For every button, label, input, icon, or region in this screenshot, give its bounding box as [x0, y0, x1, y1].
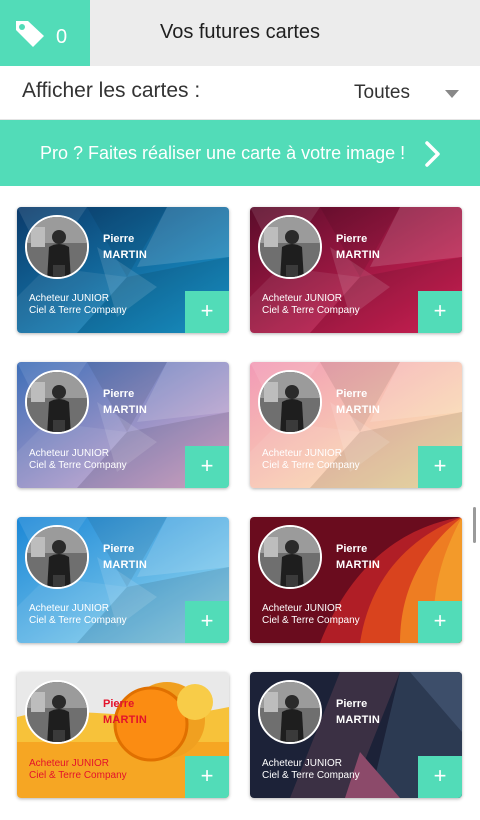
avatar	[258, 215, 322, 279]
avatar	[258, 680, 322, 744]
add-card-button[interactable]: +	[185, 291, 229, 333]
avatar	[25, 370, 89, 434]
avatar	[25, 680, 89, 744]
tag-count: 0	[56, 26, 68, 48]
card-last-name: MARTIN	[336, 714, 380, 726]
business-card[interactable]: Pierre MARTIN Acheteur JUNIOR Ciel & Ter…	[250, 672, 462, 798]
add-card-button[interactable]: +	[418, 446, 462, 488]
add-card-button[interactable]: +	[418, 756, 462, 798]
scrollbar[interactable]	[473, 507, 476, 543]
card-last-name: MARTIN	[336, 559, 380, 571]
add-card-button[interactable]: +	[418, 291, 462, 333]
tag-icon	[16, 21, 44, 47]
dropdown-arrow-icon[interactable]	[445, 90, 459, 98]
card-first-name: Pierre	[336, 543, 368, 555]
card-first-name: Pierre	[103, 543, 135, 555]
business-card[interactable]: Pierre MARTIN Acheteur JUNIOR Ciel & Ter…	[17, 362, 229, 488]
card-first-name: Pierre	[336, 233, 368, 245]
avatar	[25, 525, 89, 589]
business-card[interactable]: Pierre MARTIN Acheteur JUNIOR Ciel & Ter…	[250, 207, 462, 333]
filter-select-value[interactable]: Toutes	[354, 82, 410, 104]
business-card[interactable]: Pierre MARTIN Acheteur JUNIOR Ciel & Ter…	[17, 672, 229, 798]
business-card[interactable]: Pierre MARTIN Acheteur JUNIOR Ciel & Ter…	[17, 207, 229, 333]
card-company: Ciel & Terre Company	[29, 615, 127, 626]
card-company: Ciel & Terre Company	[262, 615, 360, 626]
card-last-name: MARTIN	[336, 404, 380, 416]
card-job-title: Acheteur JUNIOR	[29, 603, 110, 614]
page-title: Vos futures cartes	[159, 21, 321, 43]
card-last-name: MARTIN	[103, 559, 147, 571]
card-job-title: Acheteur JUNIOR	[262, 603, 343, 614]
card-filter[interactable]: Afficher les cartes : Toutes	[0, 66, 480, 120]
card-first-name: Pierre	[103, 698, 135, 710]
add-card-button[interactable]: +	[185, 601, 229, 643]
card-last-name: MARTIN	[103, 404, 147, 416]
add-card-button[interactable]: +	[418, 601, 462, 643]
business-card[interactable]: Pierre MARTIN Acheteur JUNIOR Ciel & Ter…	[17, 517, 229, 643]
card-company: Ciel & Terre Company	[262, 305, 360, 316]
avatar	[258, 525, 322, 589]
chevron-right-icon	[425, 141, 440, 167]
card-job-title: Acheteur JUNIOR	[29, 758, 110, 769]
pro-custom-card-banner[interactable]: Pro ? Faites réaliser une carte à votre …	[0, 120, 480, 186]
filter-label: Afficher les cartes :	[22, 79, 201, 102]
business-card[interactable]: Pierre MARTIN Acheteur JUNIOR Ciel & Ter…	[250, 362, 462, 488]
card-last-name: MARTIN	[103, 714, 147, 726]
card-company: Ciel & Terre Company	[29, 305, 127, 316]
top-bar: 0 Vos futures cartes	[0, 0, 480, 66]
pro-banner-text: Pro ? Faites réaliser une carte à votre …	[40, 143, 406, 163]
avatar	[25, 215, 89, 279]
card-company: Ciel & Terre Company	[262, 770, 360, 781]
card-last-name: MARTIN	[336, 249, 380, 261]
card-company: Ciel & Terre Company	[29, 770, 127, 781]
card-first-name: Pierre	[103, 388, 135, 400]
card-job-title: Acheteur JUNIOR	[262, 293, 343, 304]
card-job-title: Acheteur JUNIOR	[29, 293, 110, 304]
add-card-button[interactable]: +	[185, 446, 229, 488]
card-job-title: Acheteur JUNIOR	[262, 448, 343, 459]
avatar	[258, 370, 322, 434]
card-first-name: Pierre	[336, 388, 368, 400]
card-first-name: Pierre	[103, 233, 135, 245]
card-job-title: Acheteur JUNIOR	[262, 758, 343, 769]
tag-counter-button[interactable]: 0	[0, 0, 90, 66]
add-card-button[interactable]: +	[185, 756, 229, 798]
card-first-name: Pierre	[336, 698, 368, 710]
card-last-name: MARTIN	[103, 249, 147, 261]
card-job-title: Acheteur JUNIOR	[29, 448, 110, 459]
card-company: Ciel & Terre Company	[262, 460, 360, 471]
business-card[interactable]: Pierre MARTIN Acheteur JUNIOR Ciel & Ter…	[250, 517, 462, 643]
card-company: Ciel & Terre Company	[29, 460, 127, 471]
